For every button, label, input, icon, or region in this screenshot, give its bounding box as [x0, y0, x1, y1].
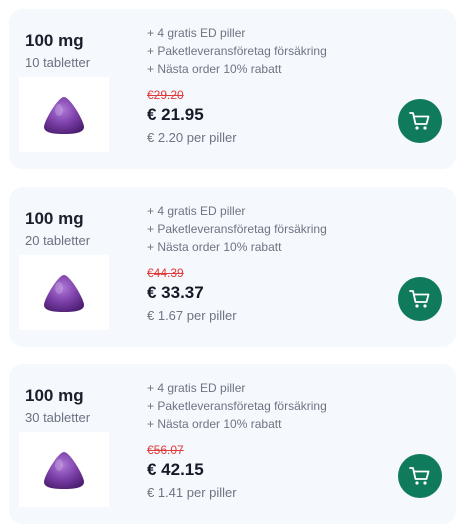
perk-item: + 4 gratis ED piller	[147, 26, 246, 40]
current-price: € 21.95	[147, 105, 204, 124]
price-per-pill: € 2.20 per piller	[147, 130, 237, 145]
price-per-pill: € 1.41 per piller	[147, 485, 237, 500]
shopping-cart-icon	[409, 467, 430, 485]
offer-details: + 4 gratis ED piller + Paketleveransföre…	[147, 202, 387, 324]
purple-triangle-pill-icon	[44, 274, 84, 312]
dose-info: 100 mg 20 tabletter	[25, 209, 125, 249]
purple-triangle-pill-icon	[44, 96, 84, 134]
perk-item: + 4 gratis ED piller	[147, 381, 246, 395]
pill-image	[19, 255, 109, 330]
old-price: €29.20	[147, 88, 184, 102]
purple-triangle-pill-icon	[44, 451, 84, 489]
tablet-count: 10 tabletter	[25, 55, 91, 70]
product-offer-list: 100 mg 10 tabletter + 4 gratis ED piller…	[0, 0, 464, 532]
dose-label: 100 mg	[25, 209, 84, 228]
perk-item: + Nästa order 10% rabatt	[147, 240, 282, 254]
current-price: € 33.37	[147, 283, 204, 302]
dose-info: 100 mg 30 tabletter	[25, 386, 125, 426]
dose-label: 100 mg	[25, 31, 84, 50]
tablet-count: 20 tabletter	[25, 233, 91, 248]
pill-image	[19, 77, 109, 152]
offer-card: 100 mg 10 tabletter + 4 gratis ED piller…	[9, 9, 456, 169]
offer-card: 100 mg 30 tabletter + 4 gratis ED piller…	[9, 364, 456, 524]
price-per-pill: € 1.67 per piller	[147, 308, 237, 323]
perk-item: + Paketleveransföretag försäkring	[147, 222, 327, 236]
dose-label: 100 mg	[25, 386, 84, 405]
add-to-cart-button[interactable]	[398, 99, 442, 143]
shopping-cart-icon	[409, 290, 430, 308]
perk-item: + Paketleveransföretag försäkring	[147, 399, 327, 413]
offer-details: + 4 gratis ED piller + Paketleveransföre…	[147, 24, 387, 146]
add-to-cart-button[interactable]	[398, 454, 442, 498]
current-price: € 42.15	[147, 460, 204, 479]
perk-item: + Nästa order 10% rabatt	[147, 417, 282, 431]
tablet-count: 30 tabletter	[25, 410, 91, 425]
perk-item: + Paketleveransföretag försäkring	[147, 44, 327, 58]
shopping-cart-icon	[409, 112, 430, 130]
perk-item: + Nästa order 10% rabatt	[147, 62, 282, 76]
old-price: €56.07	[147, 443, 184, 457]
offer-details: + 4 gratis ED piller + Paketleveransföre…	[147, 379, 387, 501]
offer-card: 100 mg 20 tabletter + 4 gratis ED piller…	[9, 187, 456, 347]
old-price: €44.39	[147, 266, 184, 280]
add-to-cart-button[interactable]	[398, 277, 442, 321]
perk-item: + 4 gratis ED piller	[147, 204, 246, 218]
dose-info: 100 mg 10 tabletter	[25, 31, 125, 71]
pill-image	[19, 432, 109, 507]
